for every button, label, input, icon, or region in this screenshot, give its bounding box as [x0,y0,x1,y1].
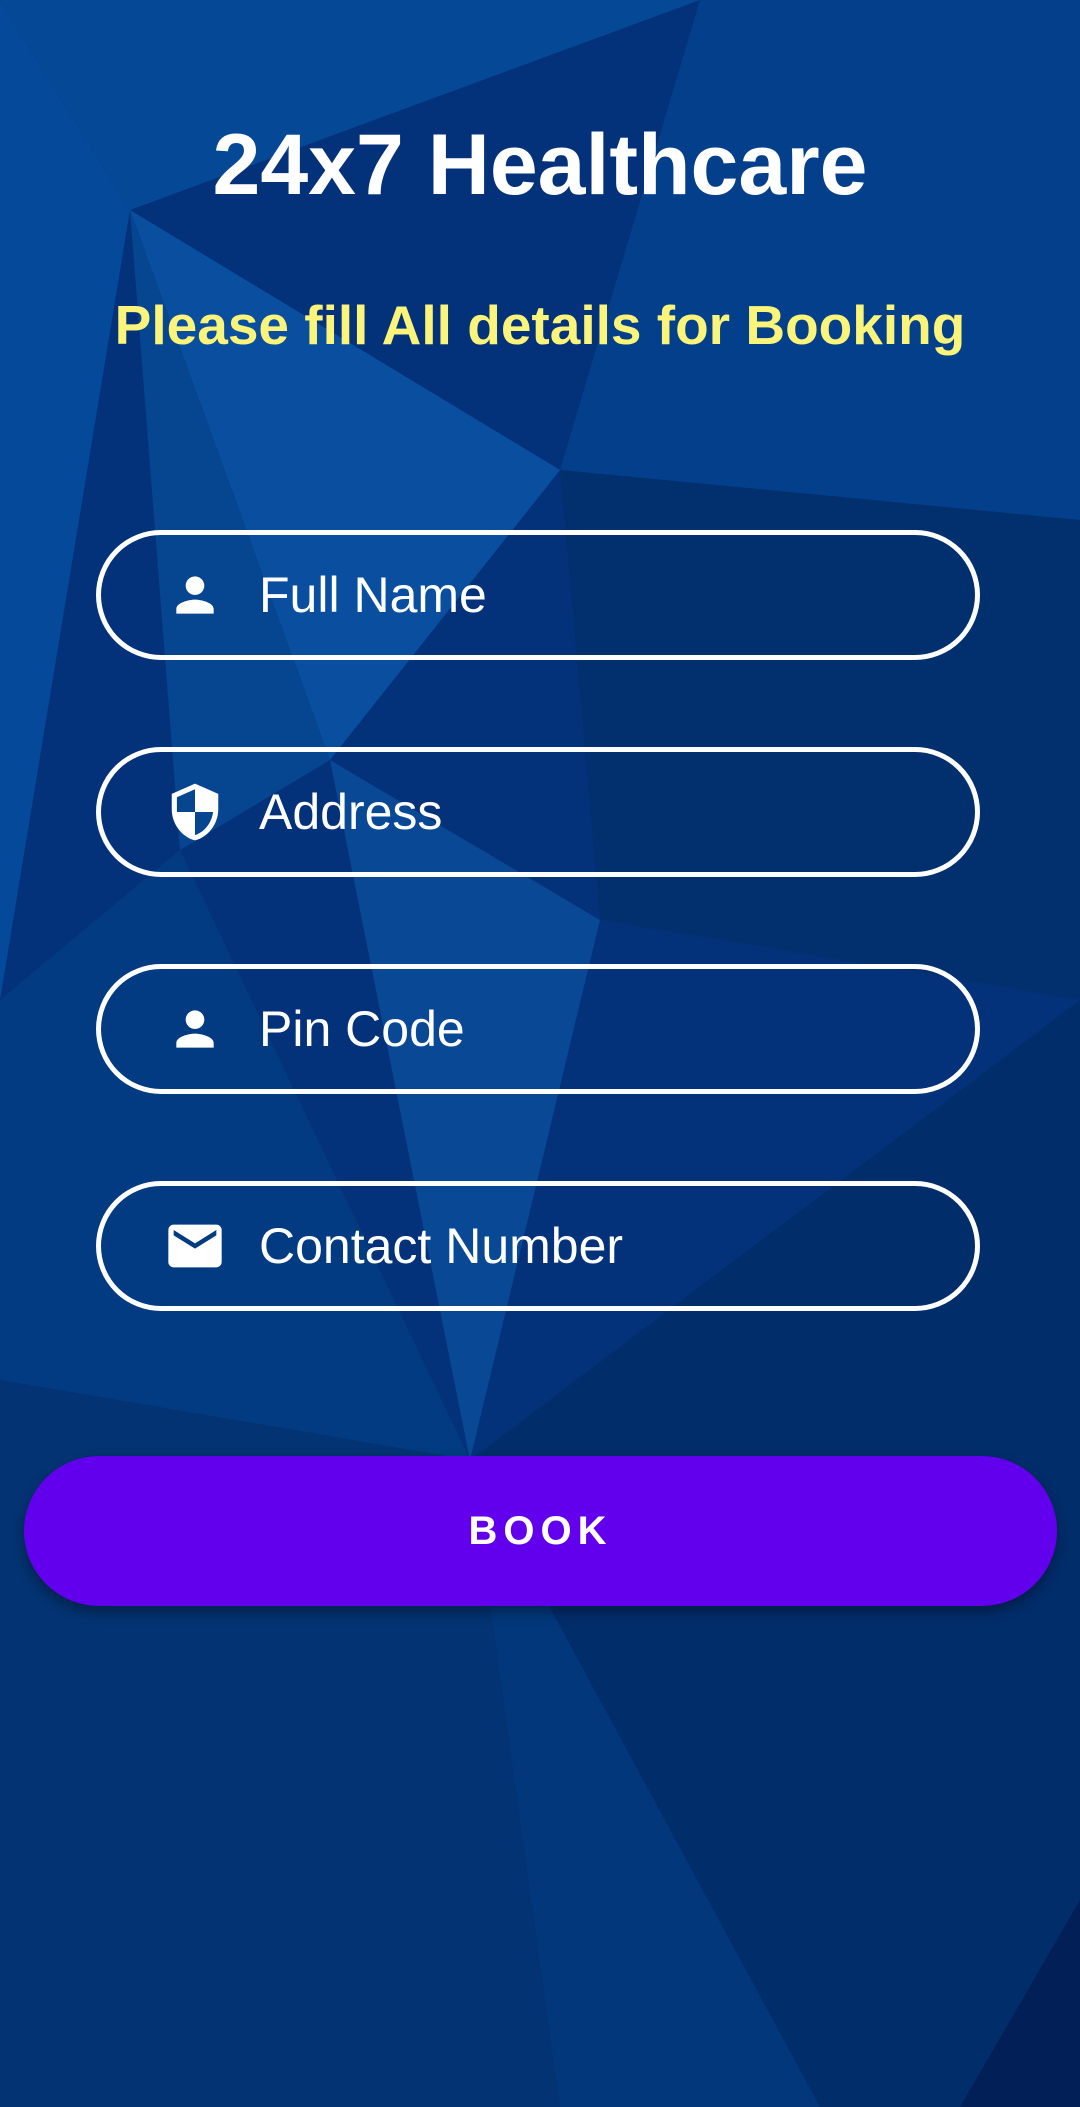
contact-number-input[interactable] [259,1186,919,1306]
mail-icon [163,1214,227,1278]
shield-icon [163,780,227,844]
person-icon [163,997,227,1061]
person-icon [163,563,227,627]
book-button[interactable]: BOOK [24,1456,1057,1606]
contact-number-field[interactable] [96,1181,980,1311]
full-name-input[interactable] [259,535,919,655]
address-field[interactable] [96,747,980,877]
pin-code-field[interactable] [96,964,980,1094]
address-input[interactable] [259,752,919,872]
page-subtitle: Please fill All details for Booking [114,294,966,356]
page-title: 24x7 Healthcare [212,117,868,213]
full-name-field[interactable] [96,530,980,660]
pin-code-input[interactable] [259,969,919,1089]
